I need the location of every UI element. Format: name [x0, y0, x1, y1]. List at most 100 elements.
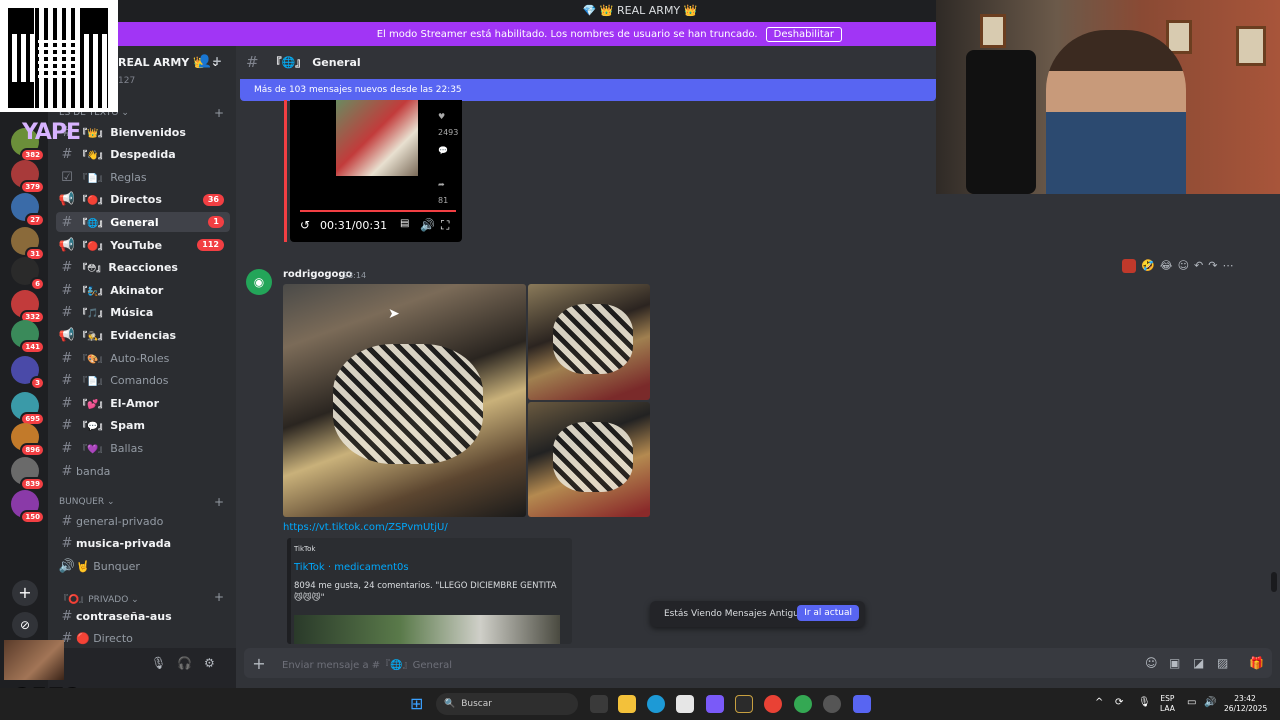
server-icon[interactable]: 27 [11, 193, 45, 227]
volume-icon[interactable]: 🔊 [420, 218, 435, 232]
image-icon[interactable]: ▨ [1217, 656, 1228, 670]
replay-icon[interactable]: ↺ [300, 218, 310, 232]
channel-item[interactable]: # 『🧞』 Akinator [56, 280, 230, 300]
server-icon[interactable]: 839 [11, 457, 45, 491]
channel-item[interactable]: 📢 『🔴』 Directos 36 [56, 190, 230, 210]
gear-icon[interactable]: ⚙ [204, 656, 215, 670]
channel-item[interactable]: # musica-privada [56, 534, 230, 554]
tray-chevron-icon[interactable]: ^ [1095, 697, 1103, 708]
category-privado[interactable]: 『⭕』PRIVADO ⌄ [59, 592, 139, 605]
gift-icon[interactable]: 🎁 [1249, 656, 1264, 670]
forward-icon[interactable]: ↷ [1208, 259, 1217, 273]
server-icon[interactable]: 332 [11, 290, 45, 324]
gif-icon[interactable]: ▣ [1169, 656, 1180, 670]
embed-title[interactable]: TikTok · medicament0s [294, 562, 409, 573]
chrome-profile-icon[interactable] [794, 695, 812, 713]
category-bunquer[interactable]: BUNQUER ⌄ [59, 497, 115, 507]
server-icon[interactable]: 31 [11, 227, 45, 261]
discord-icon[interactable] [853, 695, 871, 713]
channel-item[interactable]: # 『💬』 Spam [56, 416, 230, 436]
channel-deco: 『🔴』 [78, 241, 108, 252]
embed-provider[interactable]: TikTok [294, 545, 315, 553]
compass-icon[interactable]: ⊘ [12, 612, 38, 638]
add-channel-icon[interactable]: + [214, 106, 224, 120]
embed-thumbnail[interactable] [294, 615, 560, 644]
sync-icon[interactable]: ⟳ [1115, 697, 1123, 708]
language-indicator[interactable]: ESP LAA [1160, 694, 1175, 714]
channel-item[interactable]: # 『💜』 Ballas [56, 438, 230, 458]
add-server-icon[interactable]: + [12, 580, 38, 606]
attachment-image[interactable] [283, 284, 526, 517]
copilot-icon[interactable] [706, 695, 724, 713]
channel-item[interactable]: # 『🌐』 General 1 [56, 212, 230, 233]
channel-item[interactable]: 📢 『🔴』 YouTube 112 [56, 235, 230, 255]
edge-icon[interactable] [647, 695, 665, 713]
disable-streamer-button[interactable]: Deshabilitar [765, 26, 842, 42]
volume-icon[interactable]: 🔊 [1204, 697, 1216, 708]
channel-item[interactable]: 📢 『🕵』 Evidencias [56, 325, 230, 345]
server-header[interactable]: REAL ARMY 👑 ⌄ 👤+ [118, 52, 236, 72]
server-icon[interactable]: 379 [11, 160, 45, 194]
reply-icon[interactable]: ↶ [1194, 259, 1203, 273]
server-icon[interactable]: 896 [11, 423, 45, 457]
fullscreen-icon[interactable]: ⛶ [441, 218, 449, 233]
headphones-icon[interactable]: 🎧 [177, 656, 192, 670]
channel-item[interactable]: # 『👑』 Bienvenidos [56, 122, 230, 142]
joy-emoji-icon[interactable]: 😂 [1160, 259, 1173, 273]
captions-icon[interactable]: ▤ [400, 218, 409, 229]
channel-item[interactable]: # 🔴 Directo [56, 628, 230, 648]
channel-item[interactable]: # general-privado [56, 511, 230, 531]
server-icon[interactable]: 141 [11, 320, 45, 354]
server-icon[interactable]: 6 [11, 257, 45, 291]
invite-people-icon[interactable]: 👤+ [197, 54, 222, 68]
chat-scrollbar[interactable] [1271, 572, 1277, 592]
channel-item[interactable]: # 『🎨』 Auto-Roles [56, 348, 230, 368]
discord-avatar-icon[interactable]: ◉ [246, 269, 272, 295]
reaction-icon[interactable] [1122, 259, 1136, 273]
server-icon[interactable]: 3 [11, 356, 45, 390]
new-messages-bar[interactable]: Más de 103 mensajes nuevos desde las 22:… [240, 79, 936, 101]
attachment-image[interactable] [528, 402, 650, 517]
chrome-icon[interactable] [764, 695, 782, 713]
add-channel-icon[interactable]: + [214, 495, 224, 509]
more-icon[interactable]: ⋯ [1222, 259, 1233, 273]
channel-name: Auto-Roles [110, 351, 170, 365]
add-reaction-icon[interactable]: ☺ [1178, 259, 1189, 273]
message-link[interactable]: https://vt.tiktok.com/ZSPvmUtjU/ [283, 522, 448, 533]
channel-item[interactable]: # 『📄』 Comandos [56, 371, 230, 391]
message-composer[interactable]: + Enviar mensaje a #『🌐』General [244, 648, 1272, 678]
message-author[interactable]: rodrigogogo [283, 269, 352, 280]
channel-item[interactable]: # 『👋』 Despedida [56, 145, 230, 165]
jump-to-present-button[interactable]: Ir al actual [797, 605, 859, 621]
channel-item[interactable]: # 『💕』 El-Amor [56, 393, 230, 413]
sticker-icon[interactable]: ◪ [1193, 656, 1204, 670]
mic-tray-icon[interactable]: 🎙 [1138, 697, 1151, 708]
server-icon[interactable]: 150 [11, 490, 45, 524]
channel-item[interactable]: 🔊 🤘 Bunquer [56, 556, 230, 576]
server-icon[interactable]: 695 [11, 392, 45, 426]
video-progress-bar[interactable] [300, 210, 456, 212]
file-explorer-icon[interactable] [618, 695, 636, 713]
channel-item[interactable]: # contraseña-aus [56, 606, 230, 626]
add-channel-icon[interactable]: + [214, 590, 224, 604]
channel-item[interactable]: # 『😳』 Reacciones [56, 258, 230, 278]
attachment-image[interactable] [528, 284, 650, 400]
taskbar-search[interactable]: 🔍 Buscar [436, 693, 578, 715]
game-icon[interactable] [735, 695, 753, 713]
channel-item[interactable]: # 『🎵』 Música [56, 303, 230, 323]
store-icon[interactable] [676, 695, 694, 713]
mouse-cursor: ➤ [388, 306, 400, 322]
channel-name: Akinator [110, 283, 164, 297]
microphone-icon[interactable]: 🎙 [151, 656, 166, 670]
share-icon: ➦ [438, 180, 445, 189]
clock[interactable]: 23:42 26/12/2025 [1224, 694, 1267, 714]
task-view-icon[interactable] [590, 695, 608, 713]
windows-start-icon[interactable]: ⊞ [410, 694, 423, 713]
channel-item[interactable]: ☑ 『📄』 Reglas [56, 167, 230, 187]
network-icon[interactable]: ▭ [1187, 697, 1196, 708]
add-attachment-icon[interactable]: + [244, 654, 274, 673]
laugh-emoji-icon[interactable]: 🤣 [1141, 259, 1155, 273]
obs-icon[interactable] [823, 695, 841, 713]
apps-icon[interactable]: ☺ [1145, 656, 1158, 670]
channel-item[interactable]: # banda [56, 461, 230, 481]
